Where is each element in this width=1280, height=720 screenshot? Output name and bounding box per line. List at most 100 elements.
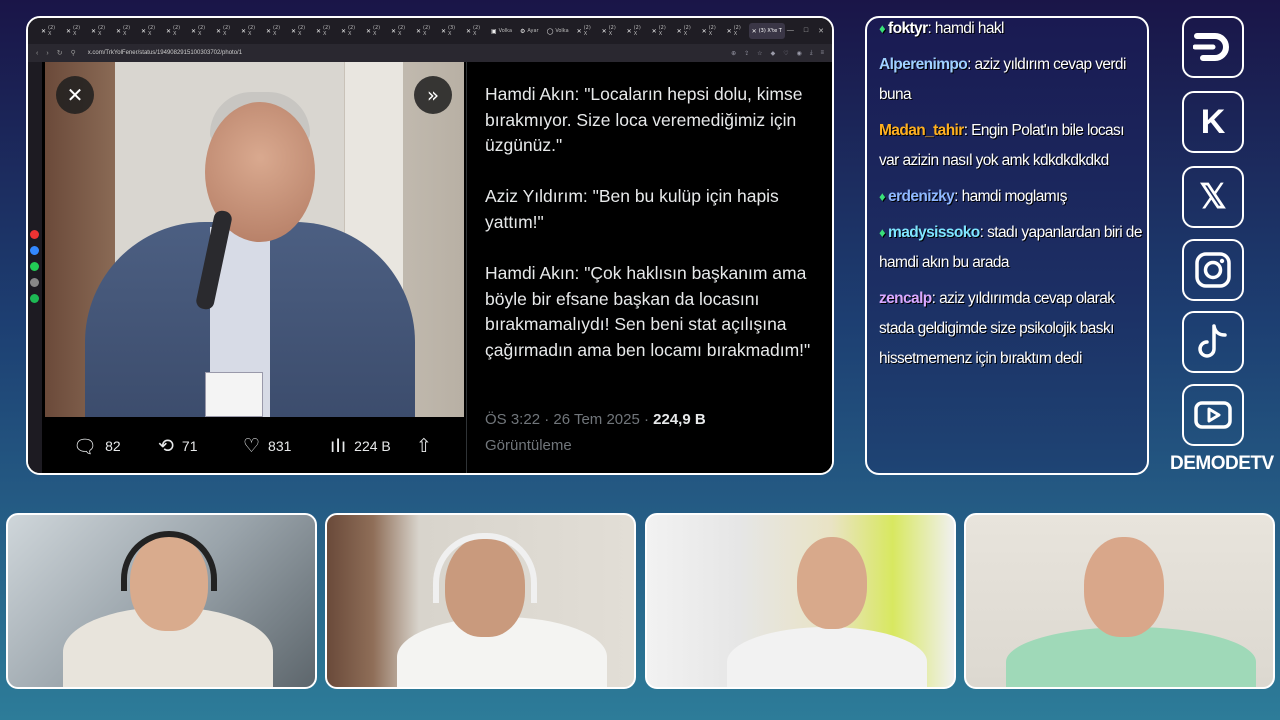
browser-tab[interactable]: ✕ (2) X xyxy=(313,23,336,39)
views-button[interactable]: ıIı 224 B xyxy=(330,435,416,457)
browser-tab[interactable]: ✕ (3) X'te T xyxy=(748,23,785,39)
subscriber-badge-icon: ♦ xyxy=(879,189,886,204)
share-icon[interactable]: ⇪ xyxy=(744,50,749,57)
sidebar-app-icon[interactable] xyxy=(30,246,39,255)
webcam-person-face xyxy=(797,537,867,629)
maximize-icon[interactable]: □ xyxy=(804,27,808,35)
webcam-person xyxy=(727,627,927,687)
sidebar-app-icon[interactable] xyxy=(30,262,39,271)
browser-tab[interactable]: ✕ (2) X xyxy=(363,23,386,39)
x-logo-icon: ✕ xyxy=(576,27,582,35)
share-button[interactable]: ⇧ xyxy=(416,435,440,457)
tiktok-button[interactable] xyxy=(1182,311,1244,373)
browser-tab[interactable]: ▣ Volka xyxy=(488,23,515,39)
camera-icon[interactable]: ◉ xyxy=(797,50,802,57)
heart-icon[interactable]: ♡ xyxy=(783,50,788,57)
address-bar-icons: ⊕ ⇪ ☆ ◆ ♡ ◉ ⤓ ≡ xyxy=(731,50,824,57)
browser-tab[interactable]: ⚙ Ayar xyxy=(517,23,542,39)
x-logo-icon: ✕ xyxy=(166,27,172,35)
sidebar-app-icon[interactable] xyxy=(30,278,39,287)
browser-tab[interactable]: ✕ (2) X xyxy=(113,23,136,39)
chat-username[interactable]: erdenizky xyxy=(888,188,955,205)
x-logo-icon: ✕ xyxy=(651,27,657,35)
browser-tab[interactable]: ✕ (2) X xyxy=(338,23,361,39)
download-icon[interactable]: ⤓ xyxy=(810,50,813,57)
chat-username[interactable]: foktyr xyxy=(888,20,928,37)
like-button[interactable]: ♡ 831 xyxy=(243,435,330,457)
browser-tab-label: (2) X xyxy=(173,25,181,37)
reply-button[interactable]: 🗨 82 xyxy=(73,435,158,458)
browser-tab-label: (2) X xyxy=(323,25,331,37)
url-text[interactable]: x.com/TrkYolFener/status/194908291510030… xyxy=(88,50,242,56)
browser-tab[interactable]: ◯ Volka xyxy=(544,23,572,39)
browser-tab[interactable]: ✕ (2) X xyxy=(238,23,261,39)
youtube-button[interactable] xyxy=(1182,384,1244,446)
brand-name: DEMODETV xyxy=(1170,453,1274,474)
x-logo-icon: ✕ xyxy=(216,27,222,35)
browser-tab-label: (3) X'te T xyxy=(758,28,782,34)
x-logo-icon: ✕ xyxy=(141,27,147,35)
expand-panel-button[interactable]: » xyxy=(414,76,452,114)
browser-tab-label: Volka xyxy=(498,28,513,34)
browser-tab[interactable]: ✕ (3) X xyxy=(438,23,461,39)
chat-text: : hamdi moglamış xyxy=(954,188,1067,205)
browser-tab[interactable]: ✕ (2) X xyxy=(138,23,161,39)
browser-tab[interactable]: ✕ (2) X xyxy=(88,23,111,39)
extension-icon[interactable]: ◆ xyxy=(771,50,776,57)
chat-username[interactable]: zencalp xyxy=(879,290,932,307)
close-photo-button[interactable]: ✕ xyxy=(56,76,94,114)
chat-message: Alperenimpo: aziz yıldırım cevap verdi b… xyxy=(879,50,1143,110)
sidebar-app-icon[interactable] xyxy=(30,230,39,239)
tweet-timestamp[interactable]: ÖS 3:22 · 26 Tem 2025 · xyxy=(485,411,649,428)
browser-tab[interactable]: ✕ (2) X xyxy=(38,23,61,39)
browser-tab[interactable]: ✕ (2) X xyxy=(599,23,622,39)
browser-tab-label: Volka xyxy=(555,28,569,34)
sidebar-app-icon[interactable] xyxy=(30,294,39,303)
reply-icon: 🗨 xyxy=(73,435,98,458)
browser-tab-label: (2) X xyxy=(473,25,481,37)
kick-button[interactable]: K xyxy=(1182,91,1244,153)
site-info-icon[interactable]: ⚲ xyxy=(71,49,76,57)
menu-icon[interactable]: ≡ xyxy=(820,50,824,57)
chat-message: ♦ erdenizky: hamdi moglamış xyxy=(879,182,1143,212)
x-logo-icon: ✕ xyxy=(291,27,297,35)
chat-username[interactable]: madysissoko xyxy=(888,224,980,241)
demodetv-logo-button[interactable] xyxy=(1182,16,1244,78)
browser-tab-label: Ayar xyxy=(527,28,539,34)
x-button[interactable]: 𝕏 xyxy=(1182,166,1244,228)
instagram-button[interactable] xyxy=(1182,239,1244,301)
browser-tab[interactable]: ✕ (2) X xyxy=(674,23,697,39)
browser-tab[interactable]: ✕ (2) X xyxy=(413,23,436,39)
bookmark-icon[interactable]: ☆ xyxy=(757,50,762,57)
browser-tab[interactable]: ✕ (2) X xyxy=(263,23,286,39)
globe-icon: ◯ xyxy=(546,27,554,35)
browser-tab[interactable]: ✕ (2) X xyxy=(624,23,647,39)
chat-username[interactable]: Madan_tahir xyxy=(879,122,964,139)
reload-icon[interactable]: ↻ xyxy=(57,49,63,57)
minimize-icon[interactable]: — xyxy=(787,27,794,35)
browser-tab[interactable]: ✕ (2) X xyxy=(463,23,486,39)
x-logo-icon: ✕ xyxy=(751,27,757,35)
browser-tab[interactable]: ✕ (2) X xyxy=(699,23,722,39)
youtube-icon xyxy=(1194,401,1232,429)
browser-tab[interactable]: ✕ (2) X xyxy=(188,23,211,39)
browser-tab[interactable]: ✕ (2) X xyxy=(649,23,672,39)
repost-button[interactable]: ⟲ 71 xyxy=(158,435,243,457)
lanyard-badge xyxy=(205,372,263,417)
forward-icon[interactable]: › xyxy=(46,50,48,57)
zoom-icon[interactable]: ⊕ xyxy=(731,50,736,57)
browser-tab[interactable]: ✕ (2) X xyxy=(213,23,236,39)
browser-tab[interactable]: ✕ (2) X xyxy=(388,23,411,39)
browser-tab[interactable]: ✕ (2) X xyxy=(288,23,311,39)
browser-tab[interactable]: ✕ (2) X xyxy=(574,23,597,39)
tweet-action-bar: 🗨 82 ⟲ 71 ♡ 831 ıIı 224 B ⇧ xyxy=(45,417,464,473)
browser-tab-label: (2) X xyxy=(148,25,156,37)
address-bar[interactable]: ‹ › ↻ ⚲ x.com/TrkYolFener/status/1949082… xyxy=(28,44,832,62)
browser-tab[interactable]: ✕ (2) X xyxy=(724,23,747,39)
chat-username[interactable]: Alperenimpo xyxy=(879,56,968,73)
close-window-icon[interactable]: ✕ xyxy=(818,27,824,35)
browser-tab[interactable]: ✕ (2) X xyxy=(163,23,186,39)
chat-message: ♦ madysissoko: stadı yapanlardan biri de … xyxy=(879,218,1143,278)
back-icon[interactable]: ‹ xyxy=(36,50,38,57)
browser-tab[interactable]: ✕ (2) X xyxy=(63,23,86,39)
